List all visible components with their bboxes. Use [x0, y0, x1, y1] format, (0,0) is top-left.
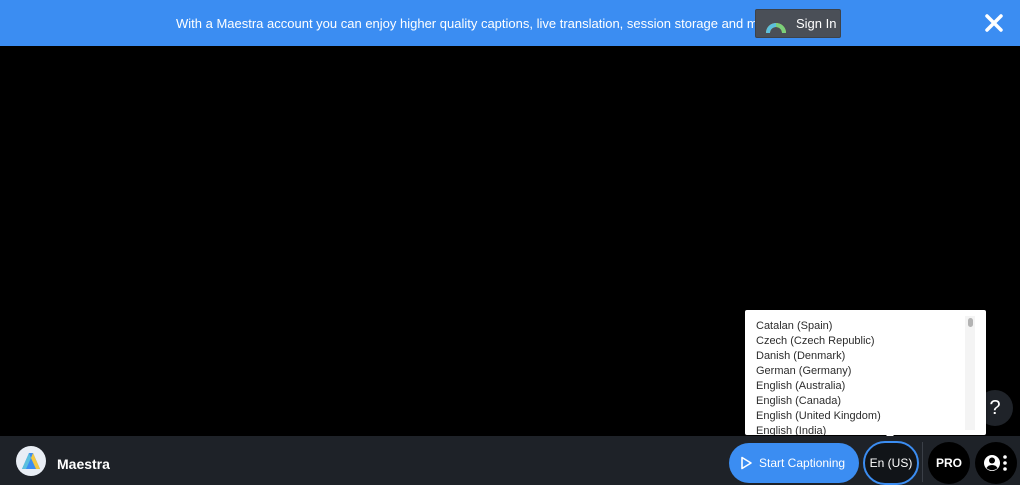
pro-button[interactable]: PRO: [928, 442, 970, 484]
list-item[interactable]: English (United Kingdom): [756, 410, 881, 422]
list-item[interactable]: English (India): [756, 425, 826, 435]
app-name: Maestra: [57, 456, 110, 472]
pro-label: PRO: [935, 456, 962, 470]
dropdown-scrollbar[interactable]: [965, 316, 975, 430]
banner-message: With a Maestra account you can enjoy hig…: [176, 16, 781, 31]
list-item[interactable]: Czech (Czech Republic): [756, 335, 875, 347]
maestra-logo-icon: [766, 22, 786, 33]
list-item[interactable]: English (Canada): [756, 395, 841, 407]
signup-banner: With a Maestra account you can enjoy hig…: [0, 0, 1020, 46]
user-menu-icon: [984, 455, 1007, 471]
close-icon[interactable]: [983, 12, 1005, 34]
help-icon: ?: [989, 396, 1001, 419]
language-dropdown: ʼ ʻ ʼ Catalan (Spain) Czech (Czech Repub…: [745, 310, 986, 435]
start-captioning-label: Start Captioning: [759, 456, 846, 470]
list-item[interactable]: English (Australia): [756, 380, 845, 392]
list-item[interactable]: Danish (Denmark): [756, 350, 845, 362]
language-label: En (US): [869, 456, 913, 470]
list-item-partial-top: ʼ ʻ ʼ: [756, 310, 770, 316]
sign-in-button[interactable]: Sign In: [755, 9, 841, 38]
maestra-logo-icon: [16, 446, 46, 476]
start-captioning-button[interactable]: Start Captioning: [729, 443, 859, 483]
toolbar-divider: [922, 442, 923, 482]
language-list[interactable]: ʼ ʻ ʼ Catalan (Spain) Czech (Czech Repub…: [745, 310, 970, 435]
language-select-button[interactable]: En (US): [863, 441, 919, 485]
dropdown-scrollbar-thumb[interactable]: [968, 318, 973, 327]
list-item[interactable]: German (Germany): [756, 365, 851, 377]
sign-in-label: Sign In: [796, 16, 837, 31]
list-item[interactable]: Catalan (Spain): [756, 320, 832, 332]
account-menu-button[interactable]: [975, 442, 1017, 484]
play-icon: [741, 456, 752, 470]
